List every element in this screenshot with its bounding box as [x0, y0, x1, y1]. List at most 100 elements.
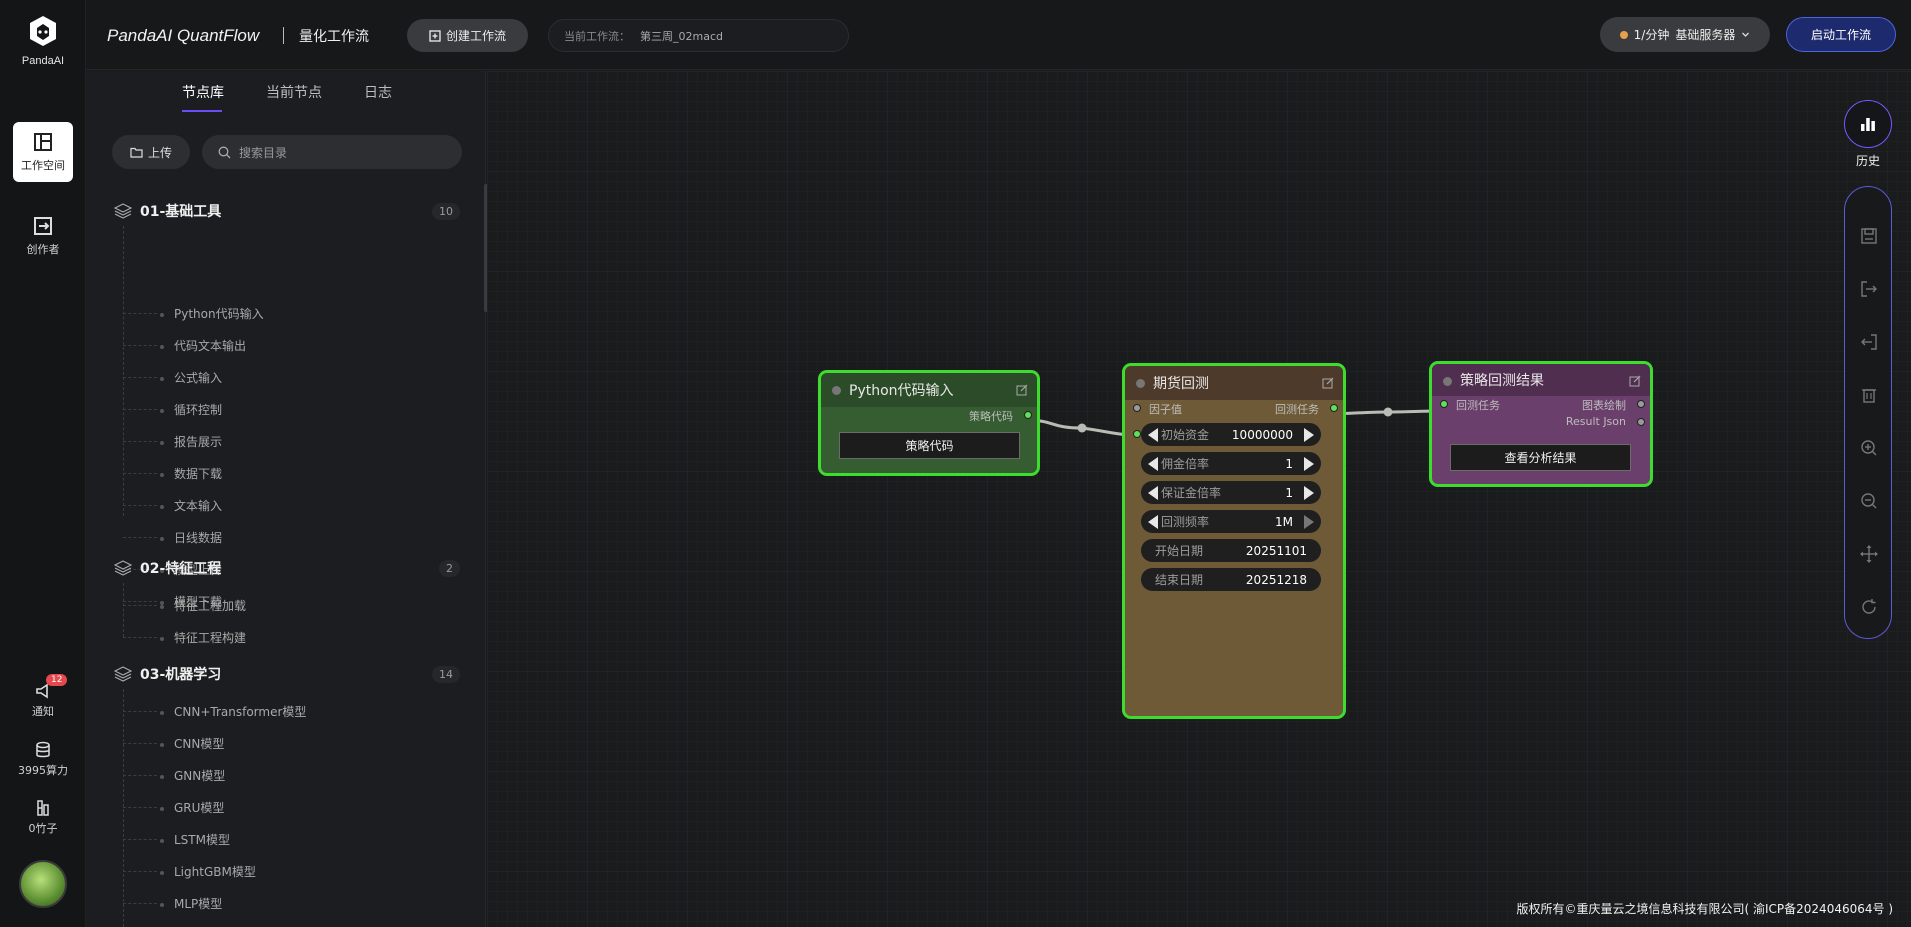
import-icon[interactable] — [1859, 332, 1879, 352]
output-port-label: 回测任务 — [1275, 403, 1319, 416]
strategy-code-button[interactable]: 策略代码 — [839, 432, 1020, 459]
rail-item-workspace-label: 工作空间 — [21, 159, 65, 172]
input-port[interactable] — [1440, 400, 1448, 408]
output-port-chart[interactable] — [1637, 400, 1645, 408]
current-workflow[interactable]: 当前工作流： 第三周_02macd — [548, 19, 849, 52]
category-machine-learning[interactable]: 03-机器学习 14 — [114, 662, 460, 686]
output-port-json[interactable] — [1637, 418, 1645, 426]
field-label: 开始日期 — [1155, 544, 1204, 558]
bamboo-label: 0竹子 — [28, 822, 58, 835]
increment-icon[interactable] — [1304, 486, 1314, 500]
canvas-toolbar — [1844, 186, 1892, 639]
notify-badge: 12 — [46, 674, 68, 686]
copyright-footer: 版权所有©重庆量云之境信息科技有限公司( 渝ICP备2024046064号 ) — [1516, 902, 1894, 916]
port-row: 回测任务 图表绘制 — [1432, 396, 1650, 414]
field-label: 保证金倍率 — [1161, 486, 1222, 500]
notify-button[interactable]: 12 通知 — [0, 674, 86, 719]
list-item[interactable]: CNN模型 — [159, 735, 224, 752]
move-icon[interactable] — [1859, 544, 1879, 564]
list-item[interactable]: CNN+Transformer模型 — [159, 703, 306, 720]
field-end-date[interactable]: 结束日期 20251218 — [1141, 568, 1321, 591]
bamboo-button[interactable]: 0竹子 — [0, 799, 86, 836]
category-feature-engineering[interactable]: 02-特征工程 2 — [114, 556, 460, 580]
output-port[interactable] — [1024, 411, 1032, 419]
category-count: 14 — [432, 665, 460, 683]
creator-icon — [34, 217, 52, 235]
history-button[interactable] — [1844, 100, 1892, 148]
coin-icon — [1619, 30, 1628, 39]
logo-text: PandaAI — [21, 55, 65, 67]
edit-icon[interactable] — [1322, 377, 1334, 389]
field-margin[interactable]: 保证金倍率 1 — [1141, 481, 1321, 504]
decrement-icon[interactable] — [1148, 515, 1158, 529]
workspace-icon — [34, 133, 52, 151]
zoom-in-icon[interactable] — [1859, 438, 1879, 458]
app-root: PandaAI 工作空间 创作者 12 通知 3995算力 0竹子 PandaA… — [0, 0, 1911, 927]
field-commission[interactable]: 佣金倍率 1 — [1141, 452, 1321, 475]
compute-label: 3995算力 — [18, 764, 68, 777]
history-label: 历史 — [1855, 154, 1880, 168]
increment-icon[interactable] — [1304, 428, 1314, 442]
decrement-icon[interactable] — [1148, 428, 1158, 442]
field-value: 1M — [1275, 514, 1293, 529]
node-python-input[interactable]: Python代码输入 策略代码 策略代码 — [818, 370, 1040, 476]
increment-icon[interactable] — [1304, 457, 1314, 471]
view-analysis-button[interactable]: 查看分析结果 — [1450, 444, 1631, 471]
edit-icon[interactable] — [1016, 384, 1028, 396]
input-port-factor[interactable] — [1133, 404, 1141, 412]
list-item[interactable]: 特征工程构建 — [159, 629, 246, 646]
edit-icon[interactable] — [1629, 375, 1641, 387]
field-value: 1 — [1285, 485, 1293, 500]
field-frequency[interactable]: 回测频率 1M — [1141, 510, 1321, 533]
start-workflow-button[interactable]: 启动工作流 — [1786, 17, 1896, 52]
list-item[interactable]: MLP模型 — [159, 895, 222, 912]
field-label: 结束日期 — [1155, 573, 1204, 587]
database-icon — [36, 741, 50, 758]
node-title[interactable]: Python代码输入 — [821, 373, 1037, 407]
node-title-text: 期货回测 — [1153, 376, 1209, 392]
field-label: 初始资金 — [1161, 428, 1210, 442]
decrement-icon[interactable] — [1148, 457, 1158, 471]
port-row: 因子值 回测任务 — [1125, 400, 1343, 418]
field-value: 20251218 — [1245, 572, 1307, 587]
logo[interactable]: PandaAI — [0, 14, 86, 67]
output-port-row: 策略代码 — [821, 407, 1037, 425]
current-workflow-label: 当前工作流： — [564, 29, 630, 43]
current-workflow-value: 第三周_02macd — [640, 29, 723, 43]
field-label: 回测频率 — [1161, 515, 1210, 529]
delete-icon[interactable] — [1859, 385, 1879, 405]
list-item[interactable]: GNN模型 — [159, 767, 225, 784]
increment-icon[interactable] — [1304, 515, 1314, 529]
node-title[interactable]: 策略回测结果 — [1432, 364, 1650, 396]
list-item[interactable]: GRU模型 — [159, 799, 224, 816]
field-start-date[interactable]: 开始日期 20251101 — [1141, 539, 1321, 562]
rail-item-workspace[interactable]: 工作空间 — [13, 122, 73, 182]
list-item[interactable]: LightGBM模型 — [160, 863, 256, 880]
server-select[interactable]: 1/分钟 基础服务器 — [1600, 17, 1770, 52]
decrement-icon[interactable] — [1148, 486, 1158, 500]
field-label: 佣金倍率 — [1161, 457, 1210, 471]
output-port-label: 策略代码 — [969, 410, 1013, 423]
save-icon[interactable] — [1859, 226, 1879, 246]
notify-label: 通知 — [32, 705, 54, 718]
category-name: 02-特征工程 — [140, 561, 222, 577]
export-icon[interactable] — [1859, 279, 1879, 299]
field-initial-capital[interactable]: 初始资金 10000000 — [1141, 423, 1321, 446]
refresh-icon[interactable] — [1859, 597, 1879, 617]
layers-icon — [114, 666, 132, 682]
output-port[interactable] — [1330, 404, 1338, 412]
node-futures-backtest[interactable]: 期货回测 因子值 回测任务 初始资金 10000000 佣金倍率 1 保证金倍率… — [1122, 363, 1346, 719]
compute-button[interactable]: 3995算力 — [0, 741, 86, 778]
zoom-out-icon[interactable] — [1859, 491, 1879, 511]
input-port-capital[interactable] — [1133, 430, 1141, 438]
node-backtest-result[interactable]: 策略回测结果 回测任务 图表绘制 Result Json 查看分析结果 — [1429, 361, 1653, 487]
node-title[interactable]: 期货回测 — [1125, 366, 1343, 400]
node-title-text: 策略回测结果 — [1460, 373, 1544, 389]
avatar[interactable] — [19, 860, 67, 908]
list-item[interactable]: LSTM模型 — [160, 831, 230, 848]
node-title-text: Python代码输入 — [849, 383, 954, 399]
list-item[interactable]: 特征工程加载 — [159, 597, 246, 614]
input-port-label: 回测任务 — [1456, 399, 1500, 412]
field-value: 20251101 — [1245, 543, 1307, 558]
rail-item-creator[interactable]: 创作者 — [13, 206, 73, 266]
